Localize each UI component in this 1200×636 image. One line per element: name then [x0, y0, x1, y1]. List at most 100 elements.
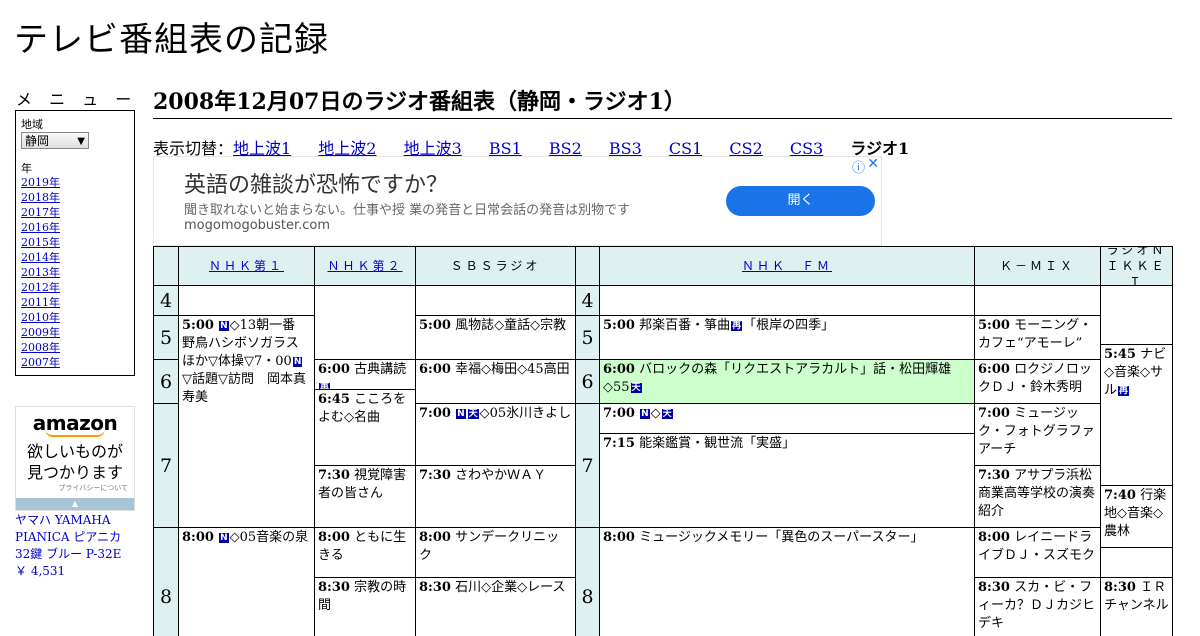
amazon-privacy-link[interactable]: プライバシーについて	[16, 483, 134, 493]
program-title: 幸福◇梅田◇45高田	[455, 362, 570, 377]
program-title: 邦楽百番・箏曲	[639, 318, 731, 333]
channel-header-nhk2[interactable]: ＮＨＫ第２	[314, 246, 416, 286]
hour-cell: 8	[575, 527, 600, 636]
program-time: 6:00	[603, 362, 635, 377]
program-cell[interactable]: 7:00 N ◇ 天	[599, 403, 975, 434]
stereo-mark-icon: 天	[661, 409, 673, 419]
amazon-ad[interactable]: amazon 欲しいものが 見つかります プライバシーについて ▲	[15, 406, 135, 511]
product-name[interactable]: ヤマハ YAMAHA PIANICA ピアニカ 32鍵 ブルー P-32E	[15, 512, 140, 563]
channel-header-nikkei: ラジオＮＩＫＫＥＩ	[1100, 246, 1173, 286]
program-cell[interactable]: 6:00 古典講読再	[314, 359, 416, 390]
channel-header-nhkfm[interactable]: ＮＨＫ ＦＭ	[599, 246, 975, 286]
program-cell[interactable]: 8:30 宗教の時間	[314, 577, 416, 636]
program-cell[interactable]: 8:00 N ◇05音楽の泉	[178, 527, 315, 636]
year-link[interactable]: 2018年	[21, 191, 60, 204]
program-time: 5:00	[182, 318, 214, 333]
corner-cell	[153, 246, 179, 286]
program-time: 8:00	[603, 530, 635, 545]
year-link[interactable]: 2015年	[21, 236, 60, 249]
year-list: 2019年 2018年 2017年 2016年 2015年 2014年 2013…	[21, 175, 60, 370]
region-selected-value: 静岡	[25, 134, 50, 148]
year-link[interactable]: 2007年	[21, 356, 60, 369]
hour-cell: 7	[575, 403, 600, 528]
channel-header-sbs: ＳＢＳラジオ	[415, 246, 576, 286]
corner-cell	[575, 246, 600, 286]
ad-info-icon[interactable]: ⓘ	[852, 157, 865, 176]
program-time: 5:00	[419, 318, 451, 333]
menu-heading: メ ニ ュ ー	[16, 90, 138, 109]
amazon-product-link[interactable]: ヤマハ YAMAHA PIANICA ピアニカ 32鍵 ブルー P-32E ￥ …	[15, 512, 140, 580]
ad-open-button[interactable]: 開く	[726, 186, 875, 216]
year-link[interactable]: 2019年	[21, 176, 60, 189]
program-cell-empty	[314, 285, 416, 360]
page-heading: 2008年12月07日のラジオ番組表（静岡・ラジオ1）	[153, 84, 1172, 119]
dropdown-arrow-icon: ▼	[77, 136, 85, 147]
year-link[interactable]: 2012年	[21, 281, 60, 294]
program-title: ◇	[650, 406, 661, 421]
banner-ad[interactable]: 英語の雑談が恐怖ですか？ 聞き取れないと始まらない。仕事や授 業の発音と日常会話…	[153, 156, 882, 246]
program-cell[interactable]: 8:30 スカ・ビ・フィーカ？ＤＪカジヒデキ	[974, 577, 1101, 636]
program-time: 8:00	[318, 530, 350, 545]
program-title: 古典講読	[354, 362, 407, 377]
program-time: 7:00	[978, 406, 1010, 421]
program-cell[interactable]: 7:30 さわやかＷＡＹ	[415, 465, 576, 528]
program-cell[interactable]: 7:30 アサプラ浜松商業高等学校の演奏紹介	[974, 465, 1101, 528]
program-cell-current[interactable]: 6:00 バロックの森「リクエストアラカルト」話・松田輝雄◇55 天	[599, 359, 975, 404]
year-link[interactable]: 2008年	[21, 341, 60, 354]
channel-header-nhk1[interactable]: ＮＨＫ第１	[178, 246, 315, 286]
ad-domain: mogomogobuster.com	[184, 218, 331, 233]
program-time: 5:00	[978, 318, 1010, 333]
program-title: バロックの森「リクエストアラカルト」話・松田輝雄◇55	[603, 362, 952, 395]
stereo-mark-icon: 天	[630, 383, 642, 393]
hour-cell: 7	[153, 403, 179, 528]
program-time: 7:30	[419, 468, 451, 483]
program-cell[interactable]: 8:00 レイニードライブＤＪ・スズモク	[974, 527, 1101, 578]
menu-box: 地域 静岡 ▼ 年 2019年 2018年 2017年 2016年 2015年 …	[15, 110, 135, 376]
program-cell[interactable]: 7:00 ミュージック・フォトグラファアーチ	[974, 403, 1101, 466]
program-cell[interactable]: 5:00 邦楽百番・箏曲再「根岸の四季」	[599, 315, 975, 360]
year-link[interactable]: 2013年	[21, 266, 60, 279]
program-cell[interactable]: 5:00 風物誌◇童話◇宗教	[415, 315, 576, 360]
ad-headline[interactable]: 英語の雑談が恐怖ですか？	[184, 167, 448, 199]
program-cell[interactable]: 6:00 ロクジノロックＤＪ・鈴木秀明	[974, 359, 1101, 404]
program-title: ◇05音楽の泉	[229, 530, 309, 545]
year-link[interactable]: 2010年	[21, 311, 60, 324]
year-link[interactable]: 2011年	[21, 296, 60, 309]
news-mark-icon: N	[640, 409, 650, 419]
ad-close-icon[interactable]: ✕	[867, 156, 879, 172]
program-cell-empty	[1100, 285, 1173, 345]
program-title: さわやかＷＡＹ	[455, 468, 547, 483]
hour-cell: 8	[153, 527, 179, 636]
program-cell[interactable]: 7:15 能楽鑑賞・観世流「実盛」	[599, 433, 975, 528]
program-time: 6:00	[419, 362, 451, 377]
program-time: 7:00	[603, 406, 635, 421]
program-cell[interactable]: 7:40 行楽地◇音楽◇農林	[1100, 485, 1173, 548]
program-cell[interactable]: 5:45 ナビ◇音楽◇サル再	[1100, 344, 1173, 486]
year-link[interactable]: 2009年	[21, 326, 60, 339]
year-link[interactable]: 2017年	[21, 206, 60, 219]
program-cell[interactable]: 7:30 視覚障害者の皆さん	[314, 465, 416, 528]
hour-cell: 5	[575, 315, 600, 360]
program-cell[interactable]: 8:00 ともに生きる	[314, 527, 416, 578]
program-cell[interactable]: 6:45 こころをよむ◇名曲	[314, 389, 416, 466]
program-cell[interactable]: 6:00 幸福◇梅田◇45高田	[415, 359, 576, 404]
program-cell[interactable]: 8:30 石川◇企業◇レース	[415, 577, 576, 636]
program-cell[interactable]: 8:00 サンデークリニック	[415, 527, 576, 578]
program-cell[interactable]: 7:00 N 天 ◇05氷川きよし	[415, 403, 576, 466]
program-title: ▽話題▽訪問 岡本真寿美	[182, 372, 306, 405]
program-cell[interactable]: 8:00 ミュージックメモリー「異色のスーパースター」	[599, 527, 975, 636]
region-select[interactable]: 静岡 ▼	[21, 132, 89, 149]
amazon-expand-icon[interactable]: ▲	[16, 498, 134, 510]
program-cell[interactable]: 5:00 モーニング・カフェ“アモーレ”	[974, 315, 1101, 360]
program-cell[interactable]: 8:30 ＩＲチャンネル	[1100, 577, 1173, 636]
program-cell-empty	[599, 285, 975, 316]
program-time: 8:00	[182, 530, 214, 545]
program-time: 6:45	[318, 392, 350, 407]
program-cell[interactable]: 5:00 N ◇13朝一番 野鳥ハシボソガラスほか▽体操▽7・00 N▽話題▽訪問 …	[178, 315, 315, 528]
year-link[interactable]: 2016年	[21, 221, 60, 234]
amazon-tagline: 欲しいものが 見つかります	[16, 441, 134, 483]
year-link[interactable]: 2014年	[21, 251, 60, 264]
program-time: 8:30	[318, 580, 350, 595]
program-cell-empty	[1100, 547, 1173, 578]
program-cell-empty	[974, 285, 1101, 316]
